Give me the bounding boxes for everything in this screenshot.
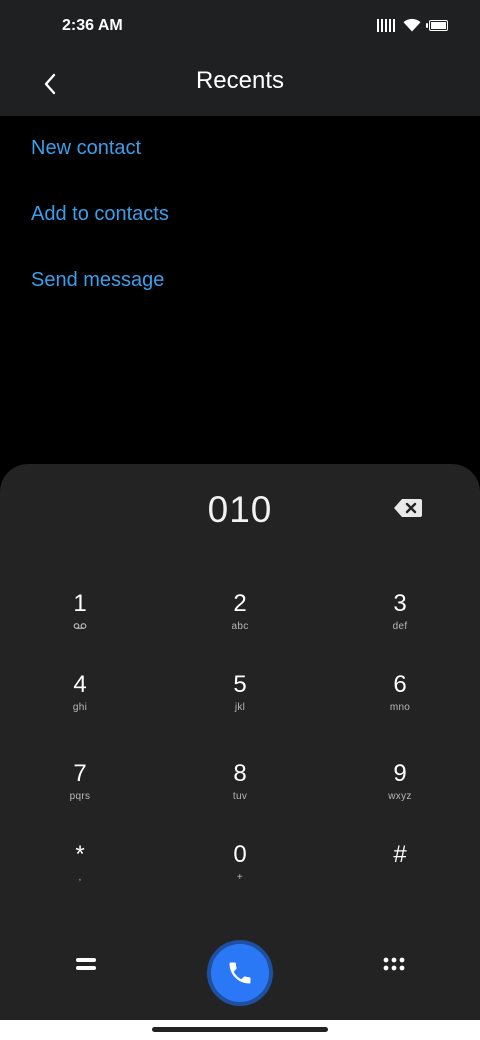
voicemail-icon bbox=[73, 621, 87, 633]
key-digit: 3 bbox=[393, 590, 407, 617]
key-digit: 7 bbox=[73, 760, 87, 787]
key-letters: def bbox=[392, 621, 408, 632]
menu-button[interactable] bbox=[64, 942, 108, 986]
key-letters: tuv bbox=[232, 791, 248, 802]
key-digit: 8 bbox=[233, 760, 247, 787]
key-9[interactable]: 9 wxyz bbox=[340, 760, 460, 828]
key-1[interactable]: 1 bbox=[20, 590, 140, 658]
key-letters: + bbox=[236, 872, 244, 883]
backspace-icon bbox=[394, 499, 422, 517]
dialpad-toggle-button[interactable] bbox=[372, 942, 416, 986]
key-letters: , bbox=[78, 872, 82, 883]
key-letters: wxyz bbox=[388, 791, 412, 802]
key-letters: ghi bbox=[72, 702, 88, 713]
dialpad-grid-icon bbox=[383, 957, 405, 971]
signal-icon bbox=[377, 18, 395, 32]
new-contact-link[interactable]: New contact bbox=[31, 137, 141, 160]
send-message-link[interactable]: Send message bbox=[31, 269, 164, 292]
call-button[interactable] bbox=[207, 940, 273, 1006]
key-digit: * bbox=[75, 841, 85, 868]
wifi-icon bbox=[403, 18, 421, 32]
equals-menu-icon bbox=[76, 958, 96, 970]
navigation-bar bbox=[0, 1020, 480, 1040]
key-digit: 4 bbox=[73, 671, 87, 698]
status-bar: 2:36 AM bbox=[0, 0, 480, 56]
key-3[interactable]: 3 def bbox=[340, 590, 460, 658]
key-2[interactable]: 2 abc bbox=[180, 590, 300, 658]
status-icons bbox=[377, 18, 448, 32]
key-letters: mno bbox=[389, 702, 411, 713]
backspace-button[interactable] bbox=[386, 492, 430, 524]
key-digit: 2 bbox=[233, 590, 247, 617]
key-digit: 9 bbox=[393, 760, 407, 787]
home-indicator[interactable] bbox=[152, 1027, 328, 1032]
key-6[interactable]: 6 mno bbox=[340, 671, 460, 739]
key-letters: abc bbox=[231, 621, 249, 632]
key-digit: 6 bbox=[393, 671, 407, 698]
page-title: Recents bbox=[195, 67, 285, 94]
key-0[interactable]: 0 + bbox=[180, 841, 300, 909]
key-hash[interactable]: # bbox=[340, 841, 460, 909]
key-5[interactable]: 5 jkl bbox=[180, 671, 300, 739]
status-time: 2:36 AM bbox=[62, 17, 123, 34]
app-bar: Recents bbox=[0, 56, 480, 116]
key-letters: pqrs bbox=[69, 791, 91, 802]
key-digit: 0 bbox=[233, 841, 247, 868]
battery-icon bbox=[426, 19, 448, 31]
key-star[interactable]: * , bbox=[20, 841, 140, 909]
key-8[interactable]: 8 tuv bbox=[180, 760, 300, 828]
key-digit: 5 bbox=[233, 671, 247, 698]
key-digit: 1 bbox=[73, 590, 87, 617]
phone-icon bbox=[229, 962, 251, 984]
key-7[interactable]: 7 pqrs bbox=[20, 760, 140, 828]
add-to-contacts-link[interactable]: Add to contacts bbox=[31, 203, 169, 226]
key-4[interactable]: 4 ghi bbox=[20, 671, 140, 739]
dialpad: 010 1 2 abc 3 def 4 ghi 5 jkl 6 mno 7 pq… bbox=[0, 464, 480, 1020]
key-letters: jkl bbox=[234, 702, 246, 713]
key-digit: # bbox=[393, 841, 407, 868]
